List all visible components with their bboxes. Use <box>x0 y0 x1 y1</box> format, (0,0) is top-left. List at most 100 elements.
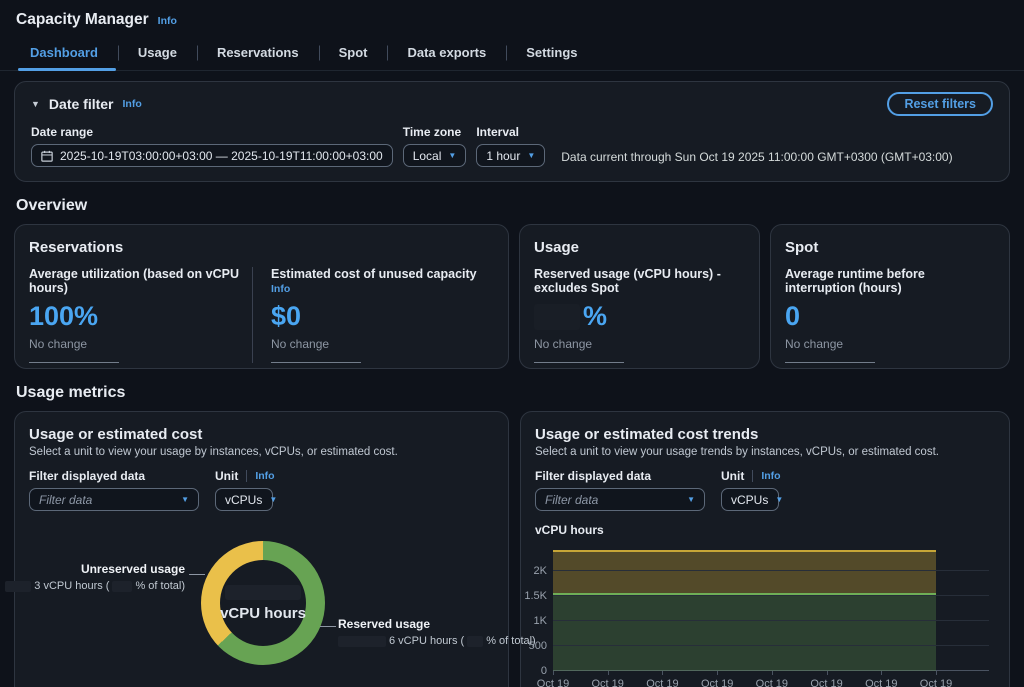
usage-metrics-cards: Usage or estimated cost Select a unit to… <box>14 411 1010 687</box>
unused-cost-value: $0 <box>271 303 494 330</box>
gridline <box>553 645 989 646</box>
metric-underline <box>785 362 875 363</box>
capacity-manager-page: Capacity Manager Info Dashboard Usage Re… <box>0 0 1024 687</box>
reserved-callout-value: 6 vCPU hours ( % of total) <box>338 635 536 647</box>
gridline <box>553 595 989 596</box>
reserved-callout-title: Reserved usage <box>338 617 536 631</box>
spot-runtime-label: Average runtime before interruption (hou… <box>785 267 995 295</box>
donut-card-title: Usage or estimated cost <box>29 426 494 443</box>
unit-value: vCPUs <box>731 493 768 507</box>
spot-runtime-change: No change <box>785 337 995 351</box>
stacked-area-plot: Date 2K1.5K1K5000Oct 1903:00Oct 1904:00O… <box>553 546 989 671</box>
filter-placeholder: Filter data <box>545 493 598 507</box>
redacted-value <box>338 636 386 647</box>
unused-cost-label: Estimated cost of unused capacity Info <box>271 267 494 295</box>
unit-info-link[interactable]: Info <box>255 470 274 482</box>
collapse-caret-icon[interactable]: ▼ <box>31 99 40 109</box>
callout-leader-line <box>189 574 205 575</box>
x-tick-label: Oct 1909:00 <box>853 677 909 687</box>
trends-unit-select[interactable]: vCPUs ▼ <box>721 488 779 511</box>
date-filter-title: Date filter <box>49 96 114 112</box>
y-tick-label: 1.5K <box>511 590 547 602</box>
tab-reservations[interactable]: Reservations <box>197 36 319 70</box>
donut-center: vCPU hours <box>220 560 306 646</box>
time-zone-value: Local <box>413 149 442 163</box>
redacted-value <box>5 581 31 592</box>
donut-chart-area: vCPU hours Unreserved usage 3 vCPU hours… <box>29 517 494 687</box>
tick-mark <box>936 671 937 675</box>
metric-underline <box>534 362 624 363</box>
tick-mark <box>608 671 609 675</box>
date-range-input[interactable]: 2025-10-19T03:00:00+03:00 — 2025-10-19T1… <box>31 144 393 167</box>
date-range-label: Date range <box>31 125 393 139</box>
x-tick-label: Oct 1910:00 <box>908 677 964 687</box>
spot-card: Spot Average runtime before interruption… <box>770 224 1010 369</box>
trends-filter-field: Filter displayed data Filter data ▼ <box>535 469 705 511</box>
filter-placeholder: Filter data <box>39 493 92 507</box>
unused-cost-change: No change <box>271 337 494 351</box>
y-axis-title: vCPU hours <box>535 523 995 537</box>
trends-filter-select[interactable]: Filter data ▼ <box>535 488 705 511</box>
unit-label: Unit <box>215 469 238 483</box>
unreserved-usage-area[interactable] <box>553 550 936 593</box>
unreserved-callout-value: 3 vCPU hours ( % of total) <box>5 580 185 592</box>
usage-cost-trends-card: Usage or estimated cost trends Select a … <box>520 411 1010 687</box>
unit-value: vCPUs <box>225 493 262 507</box>
time-zone-select[interactable]: Local ▼ <box>403 144 467 167</box>
page-title-info-link[interactable]: Info <box>158 15 177 27</box>
redacted-total-value <box>225 585 301 600</box>
filter-label: Filter displayed data <box>535 469 651 483</box>
reserved-usage-label: Reserved usage (vCPU hours) - excludes S… <box>534 267 745 295</box>
time-zone-field: Time zone Local ▼ <box>403 125 467 167</box>
tick-mark <box>553 671 554 675</box>
donut-filter-select[interactable]: Filter data ▼ <box>29 488 199 511</box>
callout-leader-line <box>320 626 336 627</box>
trends-card-title: Usage or estimated cost trends <box>535 426 995 443</box>
interval-select[interactable]: 1 hour ▼ <box>476 144 545 167</box>
tab-data-exports[interactable]: Data exports <box>387 36 506 70</box>
y-tick-label: 1K <box>511 615 547 627</box>
x-tick-label: Oct 1905:00 <box>634 677 690 687</box>
label-divider <box>752 470 753 482</box>
tab-dashboard[interactable]: Dashboard <box>16 36 118 70</box>
donut-unit-select[interactable]: vCPUs ▼ <box>215 488 273 511</box>
chevron-down-icon: ▼ <box>527 151 535 160</box>
reservations-card: Reservations Average utilization (based … <box>14 224 509 369</box>
y-tick-label: 0 <box>511 665 547 677</box>
avg-utilization-value: 100% <box>29 303 252 330</box>
avg-utilization-change: No change <box>29 337 252 351</box>
usage-card: Usage Reserved usage (vCPU hours) - excl… <box>519 224 760 369</box>
x-tick-label: Oct 1904:00 <box>580 677 636 687</box>
unused-cost-metric: Estimated cost of unused capacity Info $… <box>271 267 494 363</box>
reset-filters-button[interactable]: Reset filters <box>887 92 993 116</box>
date-range-value: 2025-10-19T03:00:00+03:00 — 2025-10-19T1… <box>60 149 383 163</box>
y-tick-label: 2K <box>511 565 547 577</box>
tab-spot[interactable]: Spot <box>319 36 388 70</box>
tab-usage[interactable]: Usage <box>118 36 197 70</box>
filter-label: Filter displayed data <box>29 469 145 483</box>
donut-chart[interactable]: vCPU hours <box>201 541 325 665</box>
tab-settings[interactable]: Settings <box>506 36 597 70</box>
calendar-icon <box>41 150 53 162</box>
tick-mark <box>827 671 828 675</box>
reserved-usage-area[interactable] <box>553 593 936 671</box>
tick-mark <box>772 671 773 675</box>
chevron-down-icon: ▼ <box>448 151 456 160</box>
reserved-usage-change: No change <box>534 337 745 351</box>
unused-cost-info-link[interactable]: Info <box>271 283 290 295</box>
unreserved-callout-title: Unreserved usage <box>5 562 185 576</box>
label-divider <box>246 470 247 482</box>
interval-field: Interval 1 hour ▼ <box>476 125 545 167</box>
unit-info-link[interactable]: Info <box>761 470 780 482</box>
interval-label: Interval <box>476 125 545 139</box>
vertical-divider <box>252 267 253 363</box>
chevron-down-icon: ▼ <box>775 495 783 504</box>
date-filter-info-link[interactable]: Info <box>123 98 142 110</box>
spot-card-title: Spot <box>785 239 995 256</box>
usage-cost-donut-card: Usage or estimated cost Select a unit to… <box>14 411 509 687</box>
avg-utilization-label: Average utilization (based on vCPU hours… <box>29 267 252 295</box>
page-title: Capacity Manager <box>16 11 149 29</box>
metric-underline <box>271 362 361 363</box>
reserved-usage-callout: Reserved usage 6 vCPU hours ( % of total… <box>338 617 536 647</box>
tick-mark <box>662 671 663 675</box>
